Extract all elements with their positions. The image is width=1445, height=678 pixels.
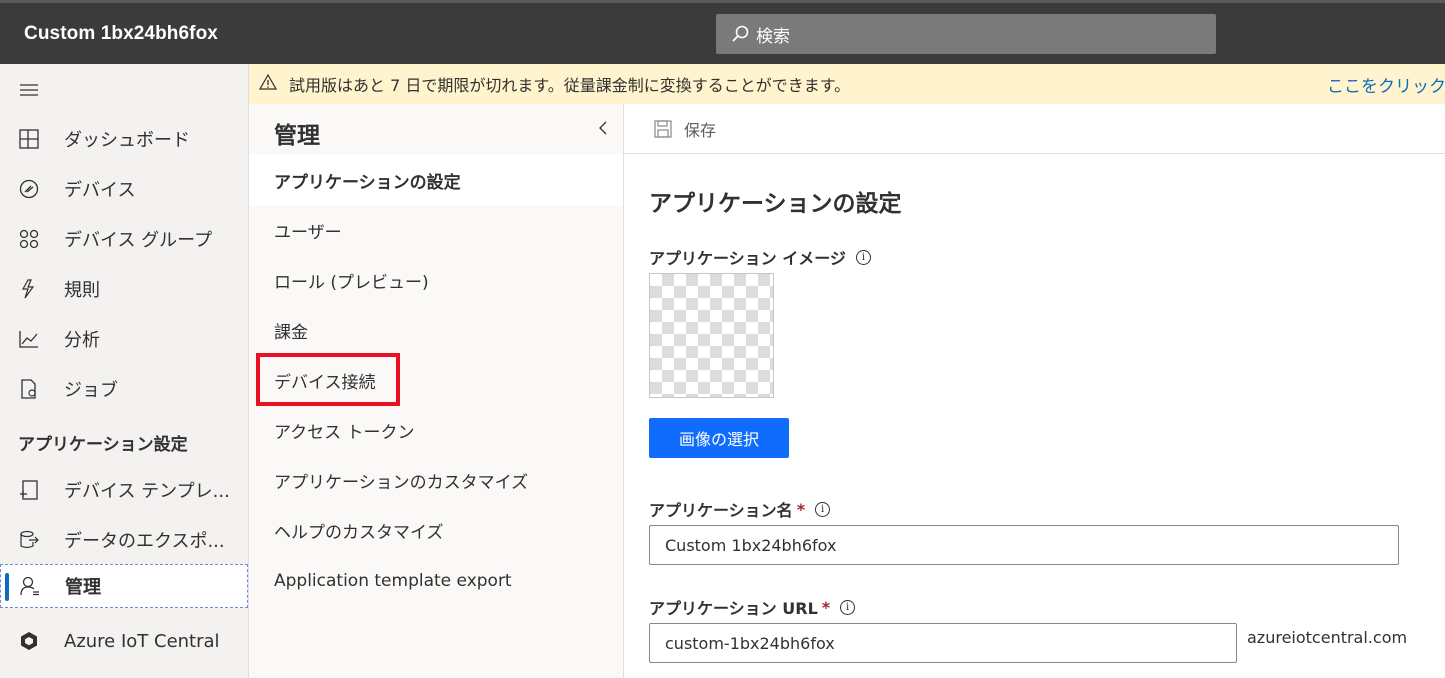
data-export-icon xyxy=(18,529,40,551)
nav-item-jobs[interactable]: ジョブ xyxy=(0,367,248,411)
toolbar: 保存 xyxy=(624,104,1445,154)
nav-item-iot-central[interactable]: Azure IoT Central xyxy=(0,619,248,663)
highlight-box xyxy=(256,353,400,406)
app-title[interactable]: Custom 1bx24bh6fox xyxy=(24,23,218,45)
save-icon xyxy=(654,119,672,138)
device-icon xyxy=(18,178,40,200)
nav-item-analytics[interactable]: 分析 xyxy=(0,317,248,361)
page-title: アプリケーションの設定 xyxy=(649,191,902,217)
nav-label-devices: デバイス xyxy=(64,180,136,201)
subnav-item-app-settings[interactable]: アプリケーションの設定 xyxy=(249,155,623,205)
nav-item-admin[interactable]: 管理 xyxy=(0,564,248,608)
app-image-preview xyxy=(649,273,774,398)
nav-item-dashboard[interactable]: ダッシュボード xyxy=(0,117,248,161)
app-image-label-text: アプリケーション イメージ xyxy=(649,249,846,268)
iot-central-icon xyxy=(18,630,40,652)
search-icon xyxy=(732,25,749,42)
trial-banner: 試用版はあと 7 日で期限が切れます。従量課金制に変換することができます。 ここ… xyxy=(249,64,1445,104)
top-bar: Custom 1bx24bh6fox 検索 xyxy=(0,0,1445,64)
hamburger-menu-icon[interactable] xyxy=(20,82,40,102)
app-url-label: アプリケーション URL * i xyxy=(649,595,856,619)
subnav-title: 管理 xyxy=(274,123,320,149)
warning-icon xyxy=(258,73,278,94)
info-icon[interactable]: i xyxy=(855,249,871,265)
subnav-item-users[interactable]: ユーザー xyxy=(249,205,623,255)
nav-label-device-templates: デバイス テンプレ... xyxy=(64,481,230,502)
app-name-label: アプリケーション名 * i xyxy=(649,497,831,521)
select-image-button[interactable]: 画像の選択 xyxy=(649,418,789,458)
collapse-chevron-icon[interactable] xyxy=(597,120,609,140)
device-group-icon xyxy=(18,228,40,250)
left-nav: ダッシュボード デバイス デバイス グループ 規則 分析 ジョブ アプリケーショ… xyxy=(0,64,249,678)
info-icon[interactable]: i xyxy=(840,599,856,615)
analytics-icon xyxy=(18,328,40,350)
app-image-label: アプリケーション イメージ i xyxy=(649,245,871,269)
required-mark: * xyxy=(821,597,831,617)
subnav-item-customize-app[interactable]: アプリケーションのカスタマイズ xyxy=(249,455,623,505)
nav-label-admin: 管理 xyxy=(65,577,101,598)
nav-label-analytics: 分析 xyxy=(64,330,100,351)
banner-link[interactable]: ここをクリック xyxy=(1327,72,1445,97)
save-button[interactable]: 保存 xyxy=(684,117,716,141)
nav-label-dashboard: ダッシュボード xyxy=(64,130,190,151)
required-mark: * xyxy=(796,499,806,519)
search-box[interactable]: 検索 xyxy=(716,14,1216,54)
nav-label-rules: 規則 xyxy=(64,280,100,301)
search-placeholder: 検索 xyxy=(756,26,790,47)
app-name-label-text: アプリケーション名 xyxy=(649,501,793,520)
url-suffix: azureiotcentral.com xyxy=(1247,628,1408,647)
subnav-item-roles[interactable]: ロール (プレビュー) xyxy=(249,255,623,305)
info-icon[interactable]: i xyxy=(815,501,831,517)
nav-item-devices[interactable]: デバイス xyxy=(0,167,248,211)
device-template-icon xyxy=(18,479,40,501)
app-name-input[interactable]: Custom 1bx24bh6fox xyxy=(649,525,1399,565)
nav-label-data-export: データのエクスポ... xyxy=(64,531,225,552)
jobs-icon xyxy=(18,378,40,400)
nav-label-jobs: ジョブ xyxy=(64,380,118,401)
app-url-label-text: アプリケーション URL xyxy=(649,599,818,618)
admin-icon xyxy=(19,575,41,597)
app-url-input[interactable]: custom-1bx24bh6fox xyxy=(649,623,1237,663)
nav-item-data-export[interactable]: データのエクスポ... xyxy=(0,518,248,562)
nav-label-iot-central: Azure IoT Central xyxy=(64,630,220,652)
dashboard-icon xyxy=(18,128,40,150)
subnav-item-access-tokens[interactable]: アクセス トークン xyxy=(249,405,623,455)
nav-label-device-groups: デバイス グループ xyxy=(64,230,213,251)
nav-item-device-templates[interactable]: デバイス テンプレ... xyxy=(0,468,248,512)
subnav-item-customize-help[interactable]: ヘルプのカスタマイズ xyxy=(249,505,623,555)
subnav-item-template-export[interactable]: Application template export xyxy=(249,556,623,606)
nav-item-rules[interactable]: 規則 xyxy=(0,267,248,311)
banner-message: 試用版はあと 7 日で期限が切れます。従量課金制に変換することができます。 xyxy=(289,76,851,95)
rules-icon xyxy=(18,278,40,300)
subnav-item-billing[interactable]: 課金 xyxy=(249,305,623,355)
nav-item-device-groups[interactable]: デバイス グループ xyxy=(0,217,248,261)
nav-section-app-settings: アプリケーション設定 xyxy=(18,435,188,455)
main-content: 保存 アプリケーションの設定 アプリケーション イメージ i 画像の選択 アプリ… xyxy=(624,104,1445,678)
